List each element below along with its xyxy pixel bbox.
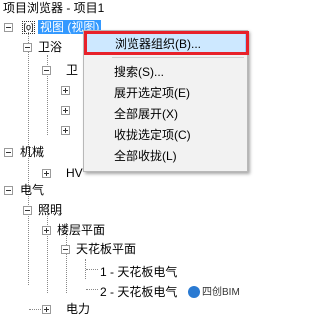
menu-item-search[interactable]: 搜索(S)... <box>85 62 246 82</box>
tree-expander-collapsed[interactable] <box>61 106 70 115</box>
menu-item-expand-all[interactable]: 全部展开(X) <box>85 104 246 124</box>
menu-item-expand-selected[interactable]: 展开选定项(E) <box>85 83 246 103</box>
tree-node-plumbing[interactable]: 卫浴 <box>38 39 62 55</box>
menu-item-label: 展开选定项(E) <box>114 86 190 100</box>
view-icon: [o] <box>22 21 35 34</box>
menu-item-collapse-all[interactable]: 全部收拢(L) <box>85 146 246 166</box>
tree-node-ceiling-view-2[interactable]: 2 - 天花板电气 <box>100 284 177 300</box>
tree-node-power[interactable]: 电力 <box>66 301 90 317</box>
tree-expander-plumbing[interactable] <box>23 43 32 52</box>
menu-separator <box>112 57 244 58</box>
tree-node-ceiling-plans[interactable]: 天花板平面 <box>76 241 136 257</box>
tree-node-lighting[interactable]: 照明 <box>38 202 62 218</box>
watermark-logo-icon <box>188 286 200 299</box>
tree-expander-lighting[interactable] <box>23 206 32 215</box>
tree-expander-collapsed[interactable] <box>61 126 70 135</box>
watermark-text: 四创BIM <box>202 287 240 298</box>
tree-expander-plumbing-sub[interactable] <box>42 66 51 75</box>
tree-expander-root[interactable] <box>4 23 13 32</box>
tree-node-floor-plans[interactable]: 楼层平面 <box>57 222 105 238</box>
tree-connector-line <box>47 205 48 293</box>
tree-node-ceiling-view-1[interactable]: 1 - 天花板电气 <box>100 264 177 280</box>
menu-item-label: 全部展开(X) <box>114 107 178 121</box>
tree-node-plumbing-sub[interactable]: 卫 <box>66 62 78 78</box>
tree-node-hvac[interactable]: HV <box>66 165 83 181</box>
tree-connector-line <box>86 269 98 270</box>
tree-connector-line <box>29 309 43 310</box>
tree-expander-collapsed[interactable] <box>61 86 70 95</box>
tree-expander-floor-plans[interactable] <box>42 226 51 235</box>
menu-item-collapse-selected[interactable]: 收拢选定项(C) <box>85 125 246 145</box>
window-title: 项目浏览器 - 项目1 <box>0 0 259 16</box>
menu-item-label: 收拢选定项(C) <box>114 128 191 142</box>
watermark: 四创BIM <box>188 286 240 300</box>
tree-expander-hvac[interactable] <box>42 169 51 178</box>
tree-node-electrical[interactable]: 电气 <box>20 182 44 198</box>
tree-connector-line <box>86 289 98 290</box>
tree-expander-electrical[interactable] <box>4 186 13 195</box>
tree-expander-ceiling-plans[interactable] <box>61 245 70 254</box>
annotation-highlight-frame <box>84 31 249 55</box>
menu-item-label: 搜索(S)... <box>114 65 164 79</box>
menu-item-label: 全部收拢(L) <box>114 149 177 163</box>
tree-expander-power[interactable] <box>42 305 51 314</box>
tree-node-mechanical[interactable]: 机械 <box>20 144 44 160</box>
tree-expander-mechanical[interactable] <box>4 148 13 157</box>
